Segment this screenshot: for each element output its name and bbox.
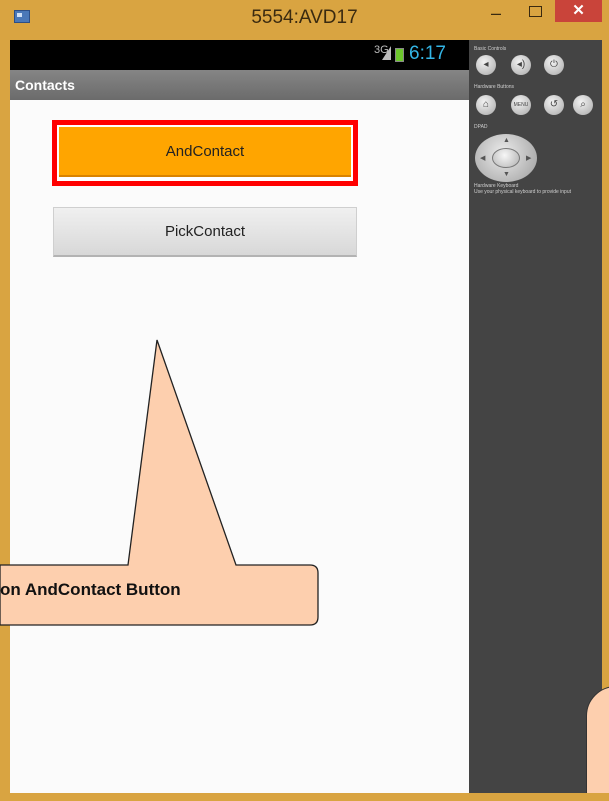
basic-controls-label: Basic Controls <box>474 46 507 52</box>
pick-contact-button[interactable]: PickContact <box>53 207 357 257</box>
callout-text: on AndContact Button <box>0 580 181 599</box>
volume-up-icon[interactable]: ◂) <box>511 55 531 75</box>
dpad-control[interactable]: ▲ ▼ ◀ ▶ <box>475 134 537 182</box>
and-contact-button[interactable]: AndContact <box>59 127 351 177</box>
app-title: Contacts <box>15 77 75 93</box>
maximize-button[interactable] <box>521 4 549 24</box>
battery-icon <box>395 48 404 62</box>
dpad-center-button[interactable] <box>492 148 520 168</box>
network-signal-icon: 3G <box>374 44 391 60</box>
home-icon[interactable]: ⌂ <box>476 95 496 115</box>
dpad-left-icon[interactable]: ◀ <box>480 154 485 162</box>
hardware-keyboard-hint: Use your physical keyboard to provide in… <box>474 189 571 195</box>
window-title: 5554:AVD17 <box>251 7 358 28</box>
power-icon[interactable]: ⏻ <box>544 55 564 75</box>
close-button[interactable]: ✕ <box>555 0 602 22</box>
dpad-right-icon[interactable]: ▶ <box>526 154 531 162</box>
search-icon[interactable]: ⌕ <box>573 95 593 115</box>
emulator-control-panel: Basic Controls ◂ ◂) ⏻ Hardware Buttons ⌂… <box>469 40 602 793</box>
back-icon[interactable]: ↺ <box>544 95 564 115</box>
dpad-up-icon[interactable]: ▲ <box>503 137 510 144</box>
hardware-buttons-label: Hardware Buttons <box>474 84 515 90</box>
action-bar: Contacts <box>10 70 469 100</box>
status-bar: 3G 6:17 <box>10 40 469 70</box>
dpad-down-icon[interactable]: ▼ <box>503 171 510 178</box>
partial-callout-bubble <box>586 686 609 801</box>
status-clock: 6:17 <box>409 43 446 64</box>
device-screen: 3G 6:17 Contacts AndContact PickContact <box>10 40 469 793</box>
menu-icon[interactable]: MENU <box>511 95 531 115</box>
and-contact-highlight: AndContact <box>52 120 358 186</box>
menu-label: MENU <box>513 102 529 108</box>
volume-down-icon[interactable]: ◂ <box>476 55 496 75</box>
window-bottom-border <box>0 793 609 801</box>
minimize-button[interactable]: – <box>482 4 510 24</box>
dpad-label: DPAD <box>474 124 488 130</box>
window-title-bar: 5554:AVD17 – ✕ <box>0 0 609 40</box>
